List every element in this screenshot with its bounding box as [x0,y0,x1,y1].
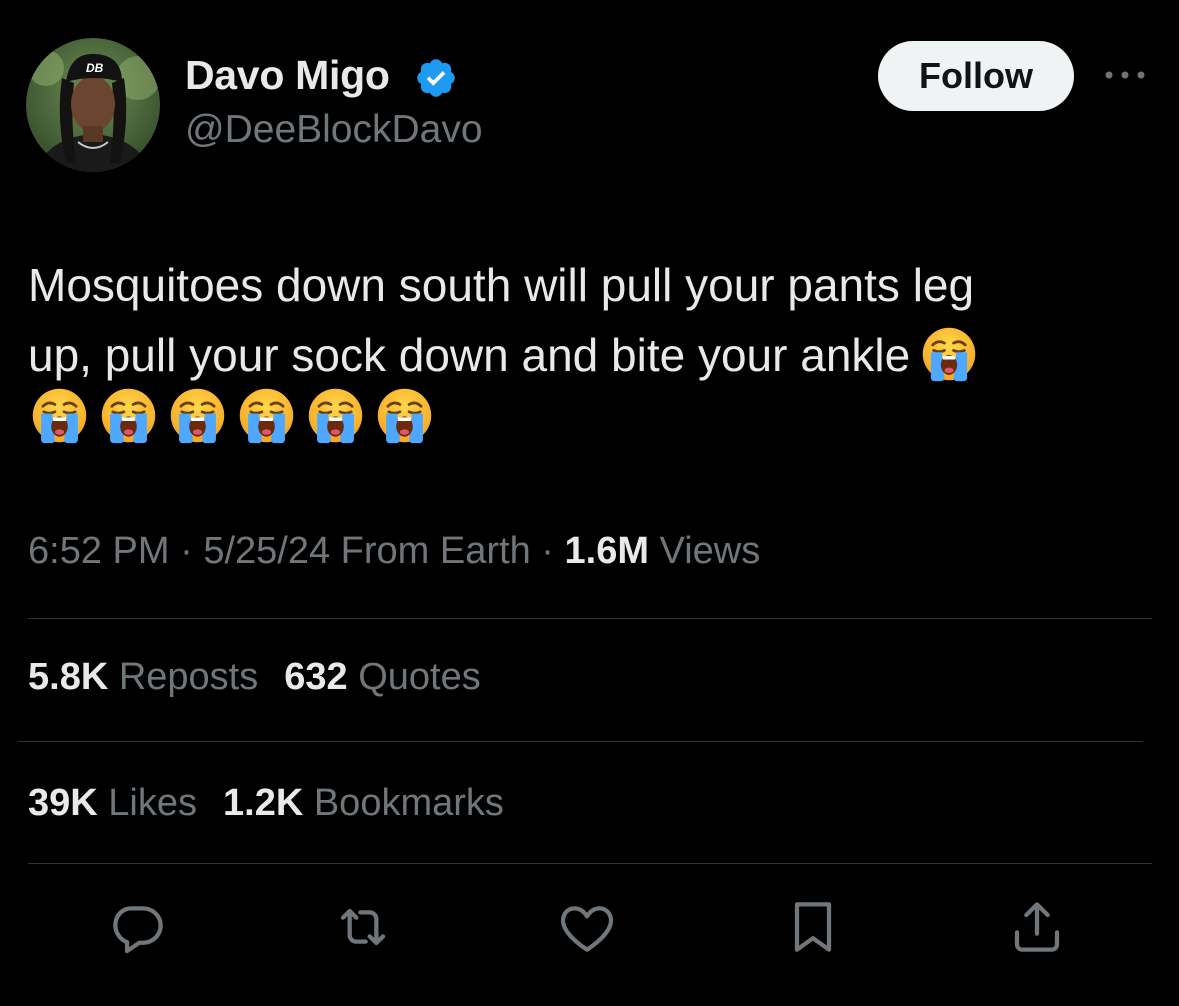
reply-icon [113,906,163,954]
tweet-date[interactable]: 5/25/24 [203,530,330,572]
quotes-count: 632 [284,656,348,698]
tweet-location: From Earth [330,530,531,572]
repost-quote-stats: 5.8K Reposts 632 Quotes [28,656,481,699]
reposts-stat[interactable]: 5.8K Reposts [28,656,258,698]
like-button[interactable] [555,895,619,959]
reposts-count: 5.8K [28,656,109,698]
avatar-image: DB [26,38,160,172]
repost-button[interactable] [331,895,395,959]
quotes-stat[interactable]: 632 Quotes [284,656,480,698]
tweet-time[interactable]: 6:52 PM [28,530,170,572]
author-handle[interactable]: @DeeBlockDavo [185,108,483,152]
more-horizontal-icon[interactable] [1102,60,1148,90]
reposts-label: Reposts [108,656,259,698]
verified-badge-icon[interactable] [414,56,458,100]
reply-button[interactable] [106,895,170,959]
share-button[interactable] [1005,895,1069,959]
divider [28,618,1152,619]
action-bar [0,895,1179,965]
avatar[interactable]: DB [26,38,160,172]
like-bookmark-stats: 39K Likes 1.2K Bookmarks [28,782,504,825]
follow-button[interactable]: Follow [878,41,1074,111]
like-icon [560,906,614,952]
divider [18,741,1143,742]
meta-separator: · [530,530,565,572]
likes-label: Likes [97,782,197,824]
bookmark-icon [794,902,832,952]
share-icon [1014,902,1060,952]
likes-count: 39K [28,782,98,824]
views-count: 1.6M [564,530,649,572]
bookmarks-count: 1.2K [223,782,304,824]
repost-icon [340,908,386,946]
likes-stat[interactable]: 39K Likes [28,782,197,824]
loudly-crying-face-emoji-icon [306,386,365,445]
svg-text:DB: DB [86,61,104,75]
loudly-crying-face-emoji-icon [168,386,227,445]
loudly-crying-face-emoji-icon [237,386,296,445]
tweet-text-line-2: up, pull your sock down and bite your an… [28,320,1118,390]
views-label: Views [648,530,761,572]
loudly-crying-face-emoji-icon [30,386,89,445]
divider [28,863,1152,864]
bookmark-button[interactable] [781,895,845,959]
bookmarks-stat[interactable]: 1.2K Bookmarks [223,782,504,824]
loudly-crying-face-emoji-icon [99,386,158,445]
meta-separator: · [169,530,204,572]
tweet-metadata: 6:52 PM · 5/25/24 From Earth · 1.6M View… [28,530,760,573]
quotes-label: Quotes [347,656,481,698]
tweet-text-line-2-text: up, pull your sock down and bite your an… [28,329,911,381]
bookmarks-label: Bookmarks [303,782,504,824]
loudly-crying-face-emoji-icon [920,325,978,383]
tweet-text-line-1: Mosquitoes down south will pull your pan… [28,259,975,311]
tweet-text: Mosquitoes down south will pull your pan… [28,250,1118,390]
emoji-row [30,386,434,448]
loudly-crying-face-emoji-icon [375,386,434,445]
author-display-name[interactable]: Davo Migo [185,52,390,99]
